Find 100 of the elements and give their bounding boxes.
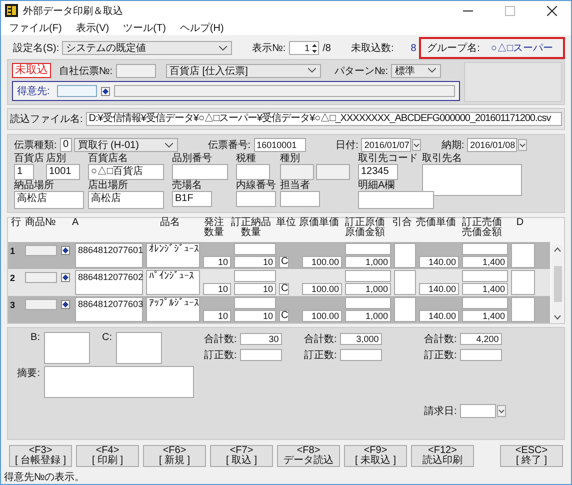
function-button[interactable]: <F4> [ 印刷 ] [76, 445, 139, 467]
input-field[interactable] [116, 64, 156, 78]
table-cell[interactable]: 140.00 [419, 256, 459, 268]
input-field[interactable] [280, 164, 314, 180]
input-field[interactable] [56, 85, 97, 97]
table-row[interactable]: 2 8864812077602 ﾊﾟｲﾝｼﾞｭｰｽ 10 10 C 100.00 1,000 140.00 1,400 [8, 269, 550, 296]
table-cell[interactable]: 10 [234, 256, 276, 268]
table-cell[interactable]: 1,400 [462, 256, 508, 268]
table-cell[interactable]: 10 [203, 283, 231, 295]
table-cell[interactable]: C [279, 283, 289, 295]
table-cell[interactable]: 8864812077603 [75, 297, 143, 322]
arrow-down-icon[interactable] [554, 315, 561, 320]
input-field[interactable] [25, 245, 57, 256]
input-field[interactable] [114, 85, 455, 97]
function-button[interactable]: <F3> [ 台帳登録 ] [9, 445, 72, 467]
table-cell[interactable]: 10 [203, 310, 231, 322]
dropdown-icon[interactable] [518, 139, 528, 151]
input-field[interactable]: ○△□百貨店 [88, 164, 164, 180]
input-field[interactable] [44, 332, 90, 364]
dropdown-icon[interactable] [412, 139, 422, 151]
type-code-field[interactable]: 0 [60, 138, 72, 152]
table-cell[interactable] [462, 297, 508, 309]
table-cell[interactable]: 1,000 [345, 283, 391, 295]
table-cell[interactable]: ｵﾚﾝｼﾞｼﾞｭｰｽ [146, 243, 200, 268]
input-field[interactable]: 高松店 [14, 191, 84, 209]
table-cell[interactable] [511, 270, 535, 295]
pattern-dropdown[interactable]: 標準 [391, 64, 442, 78]
function-button[interactable]: <F6> [ 新規 ] [143, 445, 206, 467]
function-button[interactable]: <ESC> [ 終了 ] [500, 445, 563, 467]
due-date-field[interactable]: 2016/01/08 [467, 138, 518, 152]
memo-field[interactable] [44, 366, 194, 398]
input-field[interactable]: 1 [14, 164, 34, 180]
menu-item[interactable]: ヘルプ(H) [180, 20, 224, 34]
table-cell[interactable] [234, 243, 276, 255]
menu-item[interactable]: ツール(T) [123, 20, 166, 34]
table-cell[interactable]: ｱｯﾌﾟﾙｼﾞｭｰｽ [146, 297, 200, 322]
table-row[interactable]: 1 8864812077601 ｵﾚﾝｼﾞｼﾞｭｰｽ 10 10 C 100.00 1,000 140.00 1,400 [8, 242, 550, 269]
table-cell[interactable] [234, 270, 276, 282]
table-cell[interactable] [345, 297, 391, 309]
total-field[interactable]: 4,200 [460, 333, 502, 345]
table-cell[interactable]: C [279, 310, 289, 322]
input-field[interactable]: 高松店 [88, 191, 164, 209]
input-field[interactable] [422, 164, 522, 196]
table-cell[interactable] [511, 297, 535, 322]
table-cell[interactable]: 8864812077601 [75, 243, 143, 268]
input-field[interactable] [172, 164, 228, 180]
table-cell[interactable]: 100.00 [302, 256, 342, 268]
total-field[interactable]: 30 [240, 333, 282, 345]
input-field[interactable] [25, 272, 57, 283]
input-field[interactable] [460, 349, 502, 361]
table-cell[interactable] [394, 297, 416, 322]
table-cell[interactable]: 1,000 [345, 256, 391, 268]
arrow-up-icon[interactable] [554, 247, 561, 252]
slip-number-field[interactable]: 16010001 [254, 138, 306, 152]
table-cell[interactable]: 140.00 [419, 283, 459, 295]
input-field[interactable] [358, 191, 434, 209]
input-field[interactable] [236, 164, 270, 180]
diamond-icon[interactable] [61, 273, 70, 282]
table-cell[interactable] [462, 243, 508, 255]
table-cell[interactable] [394, 270, 416, 295]
function-button[interactable]: <F9> [ 未取込 ] [344, 445, 407, 467]
table-cell[interactable]: 8864812077602 [75, 270, 143, 295]
table-cell[interactable] [462, 270, 508, 282]
input-field[interactable] [340, 349, 382, 361]
input-field[interactable] [116, 332, 162, 364]
menu-item[interactable]: 表示(V) [76, 20, 110, 34]
function-button[interactable]: <F12> 読込印刷 [411, 445, 474, 467]
diamond-icon[interactable] [100, 86, 110, 96]
dropdown-icon[interactable] [496, 405, 506, 417]
table-cell[interactable]: 10 [234, 283, 276, 295]
table-cell[interactable]: 1,000 [345, 310, 391, 322]
billing-date-field[interactable] [460, 404, 496, 418]
file-path-field[interactable]: D:¥受信情報¥受信データ¥○△□スーパー¥受信データ¥○△□_XXXXXXXX_ABCDEFG000000_201601171200.csv [86, 112, 562, 126]
input-field[interactable] [25, 299, 57, 310]
table-cell[interactable]: C [279, 256, 289, 268]
table-cell[interactable]: 1,400 [462, 310, 508, 322]
input-field[interactable] [240, 349, 282, 361]
diamond-icon[interactable] [61, 246, 70, 255]
table-cell[interactable] [345, 270, 391, 282]
date-field[interactable]: 2016/01/07 [361, 138, 412, 152]
input-field[interactable]: 12345 [358, 164, 398, 180]
table-cell[interactable] [345, 243, 391, 255]
setting-dropdown[interactable]: システムの既定値 [62, 41, 232, 55]
slip-type-dropdown[interactable]: 買取行 (H-01) [74, 138, 178, 152]
function-button[interactable]: <F7> [ 取込 ] [210, 445, 273, 467]
input-field[interactable] [236, 191, 276, 207]
table-cell[interactable] [394, 243, 416, 268]
table-cell[interactable]: 1,400 [462, 283, 508, 295]
table-cell[interactable]: 10 [203, 256, 231, 268]
table-row[interactable]: 3 8864812077603 ｱｯﾌﾟﾙｼﾞｭｰｽ 10 10 C 100.00 1,000 140.00 1,400 [8, 296, 550, 323]
table-cell[interactable]: 100.00 [302, 310, 342, 322]
table-cell[interactable]: ﾊﾟｲﾝｼﾞｭｰｽ [146, 270, 200, 295]
table-cell[interactable] [234, 297, 276, 309]
input-field[interactable] [316, 164, 350, 180]
input-field[interactable]: 1001 [46, 164, 80, 180]
input-field[interactable] [280, 191, 320, 207]
table-cell[interactable]: 100.00 [302, 283, 342, 295]
scrollbar[interactable] [552, 245, 563, 322]
diamond-icon[interactable] [61, 300, 70, 309]
table-cell[interactable]: 140.00 [419, 310, 459, 322]
